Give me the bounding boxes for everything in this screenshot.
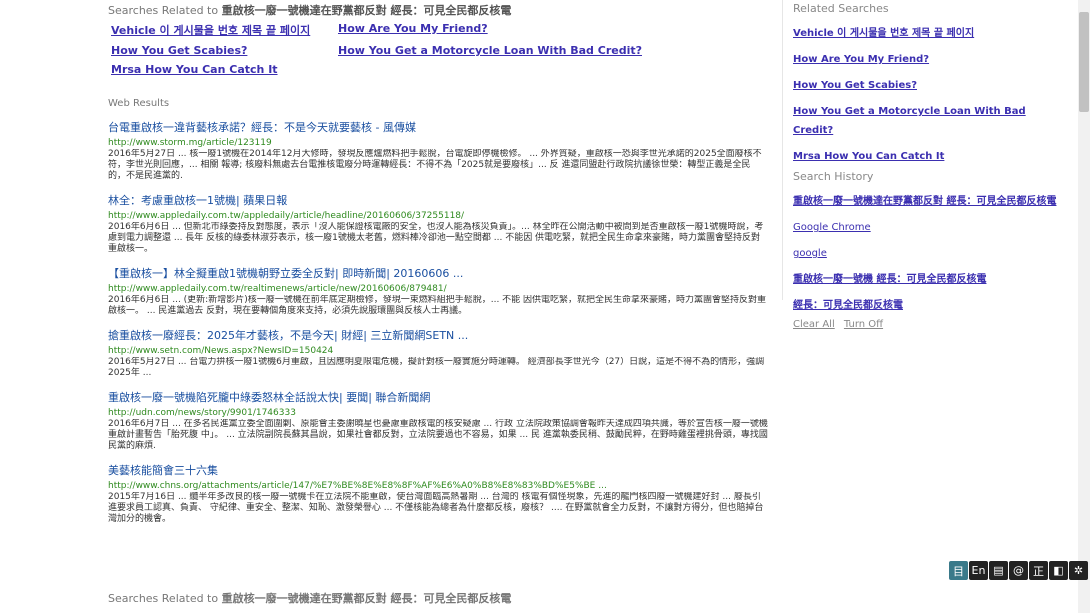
result-title[interactable]: 台電重啟核一違背藝核承諾？經長：不是今天就要藝核 - 風傳媒 [108, 119, 768, 135]
search-result: 重啟核一廢一號機陷死朧中綠委怒林全話說太快| 要聞| 聯合新聞網 http://… [108, 389, 768, 452]
result-title[interactable]: 搶重啟核一廢經長：2025年才藝核，不是今天| 財經| 三立新聞網SETN ..… [108, 327, 768, 343]
related-searches-heading: Related Searches [793, 2, 889, 15]
turn-off-link[interactable]: Turn Off [844, 319, 883, 330]
history-link[interactable]: google [793, 248, 827, 259]
search-result: 美藝核能簡會三十六集 http://www.chns.org/attachmen… [108, 462, 768, 525]
result-title[interactable]: 【重啟核一】林全擬重啟1號機朝野立委全反對| 即時新聞| 20160606 ..… [108, 265, 768, 281]
settings-icon[interactable]: ✲ [1069, 561, 1088, 580]
history-link[interactable]: 經長：可見全民都反核電 [793, 300, 903, 311]
skin-icon[interactable]: ◧ [1049, 561, 1068, 580]
vertical-scrollbar[interactable] [1078, 0, 1090, 613]
at-symbol-icon[interactable]: @ [1009, 561, 1028, 580]
sidebar-related-link[interactable]: How Are You My Friend? [793, 54, 929, 65]
sidebar-related-link[interactable]: How You Get a Motorcycle Loan With Bad C… [793, 106, 1026, 136]
search-result: 搶重啟核一廢經長：2025年才藝核，不是今天| 財經| 三立新聞網SETN ..… [108, 327, 768, 379]
related-link[interactable]: How You Get Scabies? [111, 44, 338, 57]
result-url[interactable]: http://www.setn.com/News.aspx?NewsID=150… [108, 346, 768, 356]
history-link[interactable]: Google Chrome [793, 222, 871, 233]
search-history-heading: Search History [793, 170, 874, 183]
related-link[interactable]: How You Get a Motorcycle Loan With Bad C… [338, 44, 642, 57]
search-result: 林全：考慮重啟核一1號機| 蘋果日報 http://www.appledaily… [108, 192, 768, 255]
bottom-searches-related: Searches Related to 重啟核一廢一號機達在野黨都反對 經長：可… [108, 592, 512, 605]
search-history-list: 重啟核一廢一號機達在野黨都反對 經長：可見全民都反核電 Google Chrom… [793, 189, 1068, 312]
search-result: 【重啟核一】林全擬重啟1號機朝野立委全反對| 即時新聞| 20160606 ..… [108, 265, 768, 317]
result-title[interactable]: 林全：考慮重啟核一1號機| 蘋果日報 [108, 192, 768, 208]
sidebar-related-link[interactable]: How You Get Scabies? [793, 80, 917, 91]
web-results-label: Web Results [108, 98, 170, 109]
result-snippet: 2015年7月16日 ... 纜半年多改良的核一廢一號機卡在立法院不能重啟，使台… [108, 492, 764, 524]
search-result: 台電重啟核一違背藝核承諾？經長：不是今天就要藝核 - 風傳媒 http://ww… [108, 119, 768, 182]
result-snippet: 2016年5月27日 ... 核一廢1號機在2014年12月大修時，發現反應爐燃… [108, 149, 762, 181]
related-link[interactable]: Mrsa How You Can Catch It [111, 63, 338, 76]
result-url[interactable]: http://www.appledaily.com.tw/appledaily/… [108, 211, 768, 221]
ime-toolbar: 目 En ▤ @ 正 ◧ ✲ [949, 561, 1088, 580]
sidebar-related-link[interactable]: Vehicle 이 게시물을 번호 제목 끝 페이지 [793, 28, 974, 39]
input-mode-icon[interactable]: 目 [949, 561, 968, 580]
sidebar-related-link[interactable]: Mrsa How You Can Catch It [793, 151, 944, 162]
history-link[interactable]: 重啟核一廢一號機 經長：可見全民都反核電 [793, 274, 986, 285]
result-url[interactable]: http://www.storm.mg/article/123119 [108, 138, 768, 148]
result-snippet: 2016年6月7日 ... 在多名民進黨立委全面圍剿、原能會主委謝曉星也憂慮重啟… [108, 419, 768, 451]
result-snippet: 2016年5月27日 ... 台電力拚核一廢1號機6月重啟，且因應明夏限電危機，… [108, 357, 765, 378]
main-column: Searches Related to 重啟核一廢一號機達在野黨都反對 經長：可… [108, 0, 768, 525]
related-link[interactable]: How Are You My Friend? [338, 22, 638, 38]
keyboard-icon[interactable]: ▤ [989, 561, 1008, 580]
history-link[interactable]: 重啟核一廢一號機達在野黨都反對 經長：可見全民都反核電 [793, 196, 1056, 207]
result-title[interactable]: 美藝核能簡會三十六集 [108, 462, 768, 478]
clear-all-link[interactable]: Clear All [793, 319, 835, 330]
sidebar: Related Searches Vehicle 이 게시물을 번호 제목 끝 … [782, 0, 1068, 330]
result-title[interactable]: 重啟核一廢一號機陷死朧中綠委怒林全話說太快| 要聞| 聯合新聞網 [108, 389, 768, 405]
related-link[interactable]: Vehicle 이 게시물을 번호 제목 끝 페이지 [111, 22, 338, 38]
history-actions: Clear All Turn Off [793, 319, 1068, 330]
searches-related-header: Searches Related to 重啟核一廢一號機達在野黨都反對 經長：可… [108, 4, 512, 16]
result-snippet: 2016年6月6日 ... 但新北市綠委持反對態度，表示「沒人能保證核電廠的安全… [108, 222, 764, 254]
language-en-icon[interactable]: En [969, 561, 988, 580]
result-snippet: 2016年6月6日 ... (更新:新增影片)核一廢一號機在前年底定期檢修，發現… [108, 295, 767, 316]
result-url[interactable]: http://udn.com/news/story/9901/1746333 [108, 408, 768, 418]
full-width-icon[interactable]: 正 [1029, 561, 1048, 580]
scrollbar-thumb[interactable] [1079, 12, 1089, 112]
related-links-grid: Vehicle 이 게시물을 번호 제목 끝 페이지 How Are You M… [111, 22, 768, 76]
related-query: 重啟核一廢一號機達在野黨都反對 經長：可見全民都反核電 [221, 4, 512, 16]
result-url[interactable]: http://www.appledaily.com.tw/realtimenew… [108, 284, 768, 294]
result-url[interactable]: http://www.chns.org/attachments/article/… [108, 481, 768, 491]
related-searches-list: Vehicle 이 게시물을 번호 제목 끝 페이지 How Are You M… [793, 21, 1068, 163]
